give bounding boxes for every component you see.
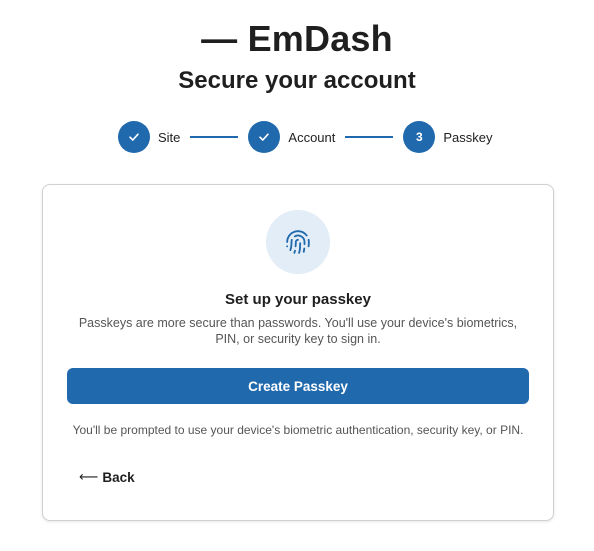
check-icon [129, 133, 139, 141]
step-site: Site [118, 121, 180, 153]
prompt-hint: You'll be prompted to use your device's … [72, 423, 524, 437]
step-label: Passkey [443, 129, 493, 145]
step-passkey: 3 Passkey [403, 121, 493, 153]
step-label: Account [288, 129, 336, 145]
fingerprint-icon [286, 230, 310, 254]
step-number-badge: 3 [403, 121, 436, 153]
step-connector [345, 136, 394, 138]
create-passkey-button[interactable]: Create Passkey [67, 368, 529, 404]
progress-stepper: Site Account 3 Passkey [118, 121, 493, 153]
page-title: Secure your account [178, 67, 416, 94]
arrow-left-icon: ⟵ [79, 469, 99, 484]
check-icon [259, 133, 270, 141]
page: — EmDash Secure your account Site Accoun… [0, 0, 594, 551]
card-title: Set up your passkey [225, 291, 371, 308]
back-button[interactable]: ⟵ Back [79, 469, 135, 485]
passkey-card: Set up your passkey Passkeys are more se… [42, 184, 554, 521]
card-description: Passkeys are more secure than passwords.… [78, 316, 518, 346]
back-label: Back [102, 469, 135, 485]
step-complete-badge [248, 121, 281, 153]
step-complete-badge [118, 121, 150, 153]
step-label: Site [158, 129, 181, 145]
brand-logo: — EmDash [201, 18, 393, 59]
fingerprint-badge [266, 210, 330, 274]
step-account: Account [248, 121, 335, 153]
step-connector [190, 136, 239, 138]
